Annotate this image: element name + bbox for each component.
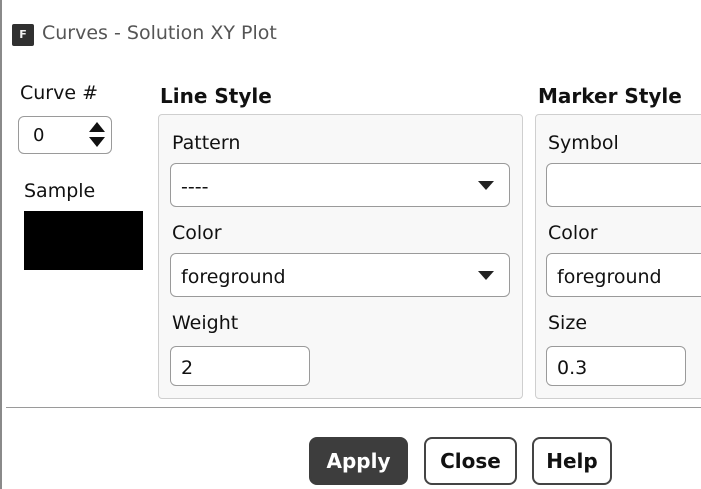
close-button[interactable]: Close xyxy=(424,437,517,485)
weight-label: Weight xyxy=(172,312,239,334)
sample-swatch xyxy=(24,211,143,270)
line-color-dropdown[interactable]: foreground xyxy=(170,253,510,297)
apply-button[interactable]: Apply xyxy=(309,437,408,485)
line-color-label: Color xyxy=(172,222,222,244)
weight-input[interactable]: 2 xyxy=(170,346,310,386)
marker-color-dropdown[interactable]: foreground xyxy=(546,253,701,297)
chevron-down-icon xyxy=(478,181,494,190)
size-value: 0.3 xyxy=(557,357,588,379)
weight-value: 2 xyxy=(181,357,194,379)
marker-color-label: Color xyxy=(548,222,598,244)
app-icon: F xyxy=(12,24,34,46)
size-input[interactable]: 0.3 xyxy=(546,346,686,386)
symbol-label: Symbol xyxy=(548,132,619,154)
symbol-dropdown[interactable] xyxy=(546,163,701,207)
spin-down-arrow-icon[interactable] xyxy=(89,137,105,147)
marker-style-title: Marker Style xyxy=(538,84,682,108)
line-style-title: Line Style xyxy=(160,84,272,108)
window-title: Curves - Solution XY Plot xyxy=(42,22,277,44)
line-color-value: foreground xyxy=(181,266,286,288)
curve-number-label: Curve # xyxy=(20,82,99,104)
chevron-down-icon xyxy=(478,271,494,280)
window-left-border xyxy=(0,0,2,489)
pattern-dropdown[interactable]: ---- xyxy=(170,163,510,207)
marker-color-value: foreground xyxy=(557,266,662,288)
spin-up-arrow-icon[interactable] xyxy=(89,122,105,132)
curve-number-spinbox[interactable]: 0 xyxy=(18,116,112,154)
sample-label: Sample xyxy=(24,180,96,202)
size-label: Size xyxy=(548,312,588,334)
help-button[interactable]: Help xyxy=(532,437,612,485)
curve-number-value: 0 xyxy=(33,125,45,146)
pattern-value: ---- xyxy=(181,176,209,198)
pattern-label: Pattern xyxy=(172,132,241,154)
divider xyxy=(6,407,701,408)
